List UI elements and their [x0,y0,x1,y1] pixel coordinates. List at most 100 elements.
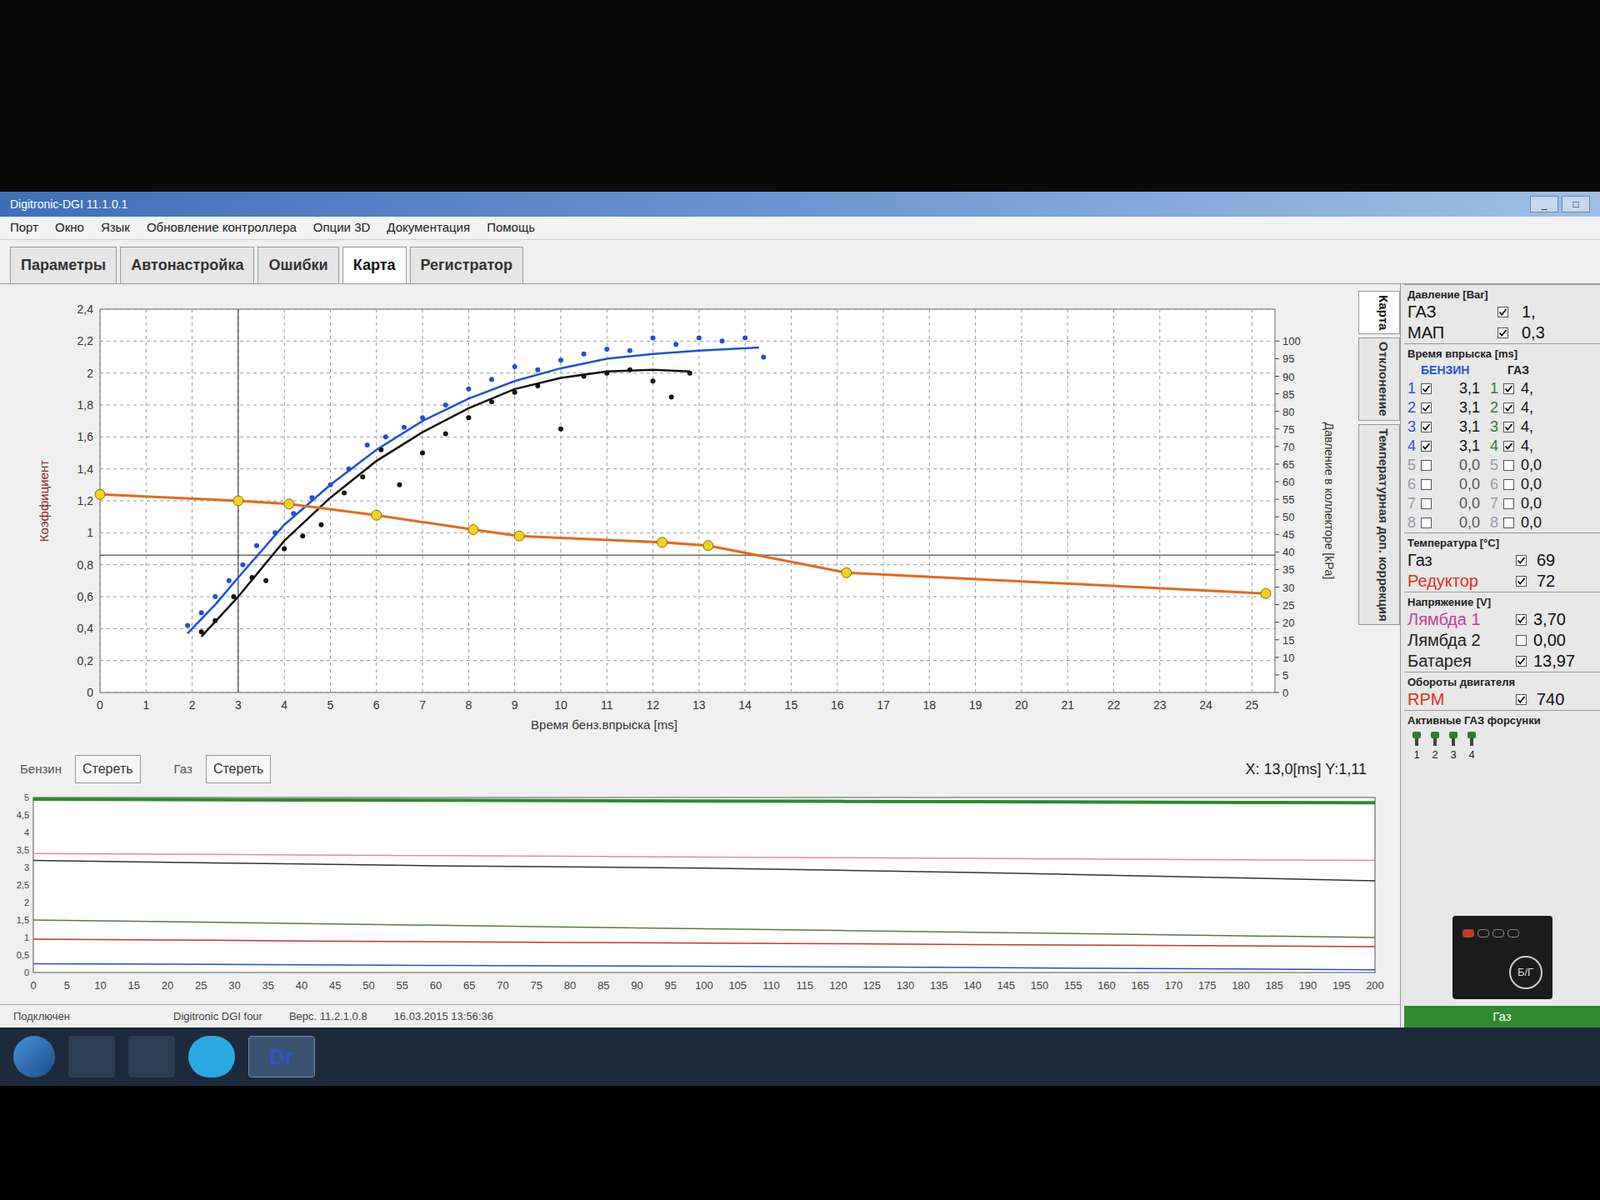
connection-status: Подключен [13,1008,147,1025]
map-chart[interactable]: 0123456789101112131415161718192021222324… [0,284,1359,751]
media-icon[interactable] [128,1035,175,1078]
map-point[interactable] [284,499,295,510]
checkbox-icon[interactable] [1503,460,1515,471]
map-point[interactable] [371,510,382,520]
tab[interactable]: Ошибки [257,246,339,284]
tab[interactable]: Автонастройка [120,246,255,284]
gas-switch-button[interactable]: Б/Г [1452,915,1553,1000]
x-tick: 145 [996,979,1015,992]
svg-text:0: 0 [86,685,94,700]
map-point[interactable] [95,489,105,500]
checkbox-icon[interactable] [1420,440,1432,452]
y-tick: 2 [86,366,1275,380]
svg-text:2,2: 2,2 [77,334,95,348]
menu-item[interactable]: Документация [386,218,470,238]
x-tick: 190 [1299,979,1318,992]
checkbox-icon[interactable] [1420,479,1432,490]
injection-row: 23,124, [1404,398,1600,418]
checkbox-icon[interactable] [1515,575,1527,587]
x-tick: 140 [963,979,982,992]
explorer-icon[interactable] [68,1035,115,1078]
checkbox-icon[interactable] [1420,402,1432,414]
x-tick: 105 [728,979,747,992]
svg-text:60: 60 [1282,475,1295,489]
start-button[interactable] [13,1035,55,1078]
gas-clear-button[interactable]: Стереть [205,755,272,784]
checkbox-icon[interactable] [1503,402,1515,414]
checkbox-icon[interactable] [1515,694,1527,705]
x-tick: 55 [396,979,409,992]
svg-text:45: 45 [1282,528,1295,541]
x-tick: 2 [189,309,196,712]
checkbox-icon[interactable] [1503,421,1515,433]
data-point [465,415,471,420]
map-point[interactable] [703,540,714,551]
checkbox-icon[interactable] [1515,635,1527,646]
svg-text:16: 16 [830,698,845,712]
checkbox-icon[interactable] [1515,614,1527,625]
app-taskbar-button[interactable]: Dг [248,1035,315,1078]
y-tick: 0,6 [77,590,1275,604]
side-tab[interactable]: Карта [1358,290,1400,335]
x-tick: 20 [161,979,174,992]
benzin-clear-button[interactable]: Стереть [75,755,141,784]
svg-text:0,2: 0,2 [77,654,95,668]
checkbox-icon[interactable] [1420,421,1432,433]
x-tick: 0 [30,979,36,992]
checkbox-icon[interactable] [1515,555,1527,566]
checkbox-icon[interactable] [1503,383,1515,395]
checkbox-icon[interactable] [1503,498,1515,510]
data-point [199,610,205,615]
y-tick: 0 [24,967,30,978]
checkbox-icon[interactable] [1420,383,1432,395]
tab[interactable]: Карта [342,246,407,284]
section-title: Обороты двигателя [1404,671,1600,690]
checkbox-icon[interactable] [1503,479,1515,490]
y2-tick: 15 [1275,634,1295,647]
y2-tick: 60 [1275,475,1295,489]
window-control[interactable]: □ [1561,195,1590,213]
x-tick: 125 [862,979,881,992]
x-tick: 5 [64,979,70,992]
y2-tick: 85 [1275,388,1295,401]
menu-item[interactable]: Окно [55,218,85,238]
side-tab[interactable]: Отклонение [1358,337,1400,420]
menu-item[interactable]: Обновление контроллера [146,218,297,238]
checkbox-icon[interactable] [1503,517,1515,529]
x-tick: 23 [1153,309,1167,712]
checkbox-icon[interactable] [1420,460,1432,471]
menu-item[interactable]: Опции 3D [313,218,370,238]
tab[interactable]: Регистратор [410,246,525,284]
map-point[interactable] [233,495,244,506]
checkbox-icon[interactable] [1503,440,1515,452]
checkbox-icon[interactable] [1497,306,1509,318]
data-point [300,533,305,539]
data-point [226,578,232,584]
voltage-row: Лямбда 20,00 [1404,630,1600,651]
skype-icon[interactable] [188,1035,235,1078]
side-tab[interactable]: Температурная доп. коррекция [1358,424,1400,626]
svg-text:80: 80 [1282,405,1295,419]
map-point[interactable] [468,525,479,535]
menu-item[interactable]: Порт [10,218,39,238]
tab[interactable]: Параметры [10,246,117,284]
svg-text:75: 75 [1282,423,1295,436]
data-point [465,386,471,392]
svg-text:23: 23 [1153,698,1167,712]
y2-tick: 50 [1275,510,1295,524]
checkbox-icon[interactable] [1497,327,1509,339]
recorder-chart[interactable]: 00,511,522,533,544,550510152025303540455… [0,787,1392,1005]
checkbox-icon[interactable] [1515,655,1527,667]
screen: Digitronic-DGI 11.1.0.1_□ПортОкноЯзыкОбн… [0,0,1600,1200]
data-point [341,490,347,495]
map-point[interactable] [657,537,668,548]
window-control[interactable]: _ [1530,195,1559,213]
cursor-readout: X: 13,0[ms] Y:1,11 [1245,758,1380,781]
checkbox-icon[interactable] [1420,498,1432,510]
menu-item[interactable]: Помощь [486,218,535,238]
checkbox-icon[interactable] [1420,517,1432,529]
map-point[interactable] [841,567,852,578]
menu-item[interactable]: Язык [100,218,130,238]
map-point[interactable] [1260,588,1271,599]
map-point[interactable] [514,530,525,541]
